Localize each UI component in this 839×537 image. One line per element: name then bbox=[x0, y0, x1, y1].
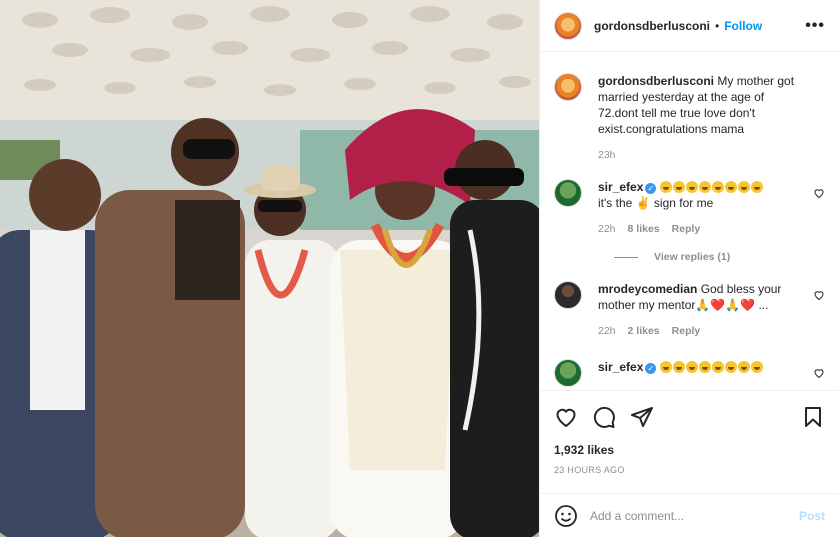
follow-button[interactable]: Follow bbox=[724, 19, 762, 33]
reply-button[interactable]: Reply bbox=[672, 325, 701, 337]
comments-list[interactable]: gordonsdberlusconi My mother got married… bbox=[540, 53, 839, 390]
comment-heart-icon[interactable] bbox=[813, 187, 825, 199]
post-comment-button[interactable]: Post bbox=[799, 509, 825, 523]
comment-username[interactable]: sir_efex bbox=[598, 180, 643, 194]
laughing-emoji-icon bbox=[750, 361, 763, 373]
caption: gordonsdberlusconi My mother got married… bbox=[554, 73, 825, 161]
caption-time[interactable]: 23h bbox=[598, 149, 616, 161]
laughing-emoji-icon bbox=[659, 181, 672, 193]
comment: sir_efex ✓ bbox=[554, 359, 825, 387]
laughing-emoji-icon bbox=[685, 181, 698, 193]
laughing-emoji-row bbox=[659, 360, 764, 374]
bookmark-icon[interactable] bbox=[801, 405, 825, 429]
commenter-avatar[interactable] bbox=[554, 359, 582, 387]
post-actions: 1,932 likes 23 HOURS AGO bbox=[540, 390, 839, 475]
laughing-emoji-icon bbox=[711, 361, 724, 373]
share-icon[interactable] bbox=[630, 405, 654, 429]
comment-username[interactable]: mrodeycomedian bbox=[598, 282, 697, 296]
laughing-emoji-icon bbox=[737, 181, 750, 193]
action-icons bbox=[554, 405, 825, 429]
comment-username[interactable]: sir_efex bbox=[598, 360, 643, 374]
verified-badge-icon: ✓ bbox=[645, 183, 657, 194]
comment: sir_efex ✓ it's the ✌️ sign for me 22h 8 … bbox=[554, 179, 825, 235]
caption-username[interactable]: gordonsdberlusconi bbox=[598, 74, 714, 88]
view-replies-button[interactable]: View replies (1) bbox=[614, 251, 825, 263]
comment-icon[interactable] bbox=[592, 405, 616, 429]
comment-text: it's the ✌️ sign for me bbox=[598, 196, 714, 210]
likes-count[interactable]: 1,932 likes bbox=[554, 443, 825, 457]
view-replies-label: View replies (1) bbox=[654, 251, 731, 263]
comment-likes[interactable]: 8 likes bbox=[628, 223, 660, 235]
comment: mrodeycomedian God bless your mother my … bbox=[554, 281, 825, 337]
smiley-icon[interactable] bbox=[554, 504, 578, 528]
header-separator: • bbox=[715, 18, 720, 33]
laughing-emoji-icon bbox=[724, 361, 737, 373]
laughing-emoji-icon bbox=[672, 361, 685, 373]
comment-likes[interactable]: 2 likes bbox=[628, 325, 660, 337]
comment-heart-icon[interactable] bbox=[813, 289, 825, 301]
commenter-avatar[interactable] bbox=[554, 281, 582, 309]
laughing-emoji-icon bbox=[711, 181, 724, 193]
comment-time[interactable]: 22h bbox=[598, 223, 616, 235]
laughing-emoji-icon bbox=[685, 361, 698, 373]
laughing-emoji-icon bbox=[750, 181, 763, 193]
commenter-avatar[interactable] bbox=[554, 179, 582, 207]
reply-button[interactable]: Reply bbox=[672, 223, 701, 235]
post-timestamp[interactable]: 23 HOURS AGO bbox=[554, 465, 825, 475]
author-username[interactable]: gordonsdberlusconi bbox=[594, 19, 710, 33]
laughing-emoji-icon bbox=[698, 361, 711, 373]
verified-badge-icon: ✓ bbox=[645, 363, 657, 374]
post-side-panel: gordonsdberlusconi • Follow ••• gordonsd… bbox=[539, 0, 839, 537]
more-options-icon[interactable]: ••• bbox=[805, 17, 825, 35]
comment-composer: Post bbox=[540, 493, 839, 537]
comment-heart-icon[interactable] bbox=[813, 367, 825, 379]
add-comment-input[interactable] bbox=[590, 508, 799, 523]
post-photo[interactable] bbox=[0, 0, 539, 537]
laughing-emoji-icon bbox=[672, 181, 685, 193]
laughing-emoji-row bbox=[659, 180, 764, 194]
laughing-emoji-icon bbox=[698, 181, 711, 193]
laughing-emoji-icon bbox=[737, 361, 750, 373]
laughing-emoji-icon bbox=[724, 181, 737, 193]
author-avatar[interactable] bbox=[554, 73, 582, 101]
heart-icon[interactable] bbox=[554, 405, 578, 429]
laughing-emoji-icon bbox=[659, 361, 672, 373]
comment-time[interactable]: 22h bbox=[598, 325, 616, 337]
view-replies-line bbox=[614, 256, 638, 258]
post-header: gordonsdberlusconi • Follow ••• bbox=[540, 0, 839, 52]
author-avatar[interactable] bbox=[554, 11, 582, 40]
